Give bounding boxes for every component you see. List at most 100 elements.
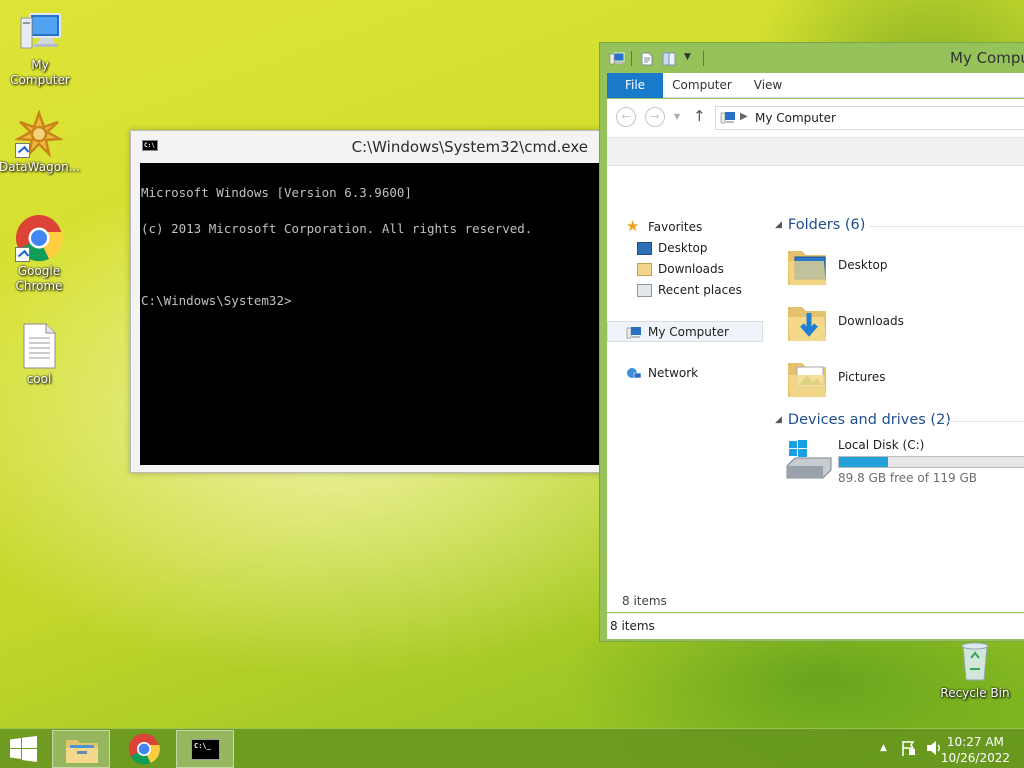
desktop-icon (637, 242, 652, 255)
recent-locations-icon[interactable]: ▼ (674, 112, 680, 121)
tab-computer[interactable]: Computer (670, 73, 734, 98)
system-tray: ▲ 10:27 AM 10/26/2022 (864, 729, 1024, 768)
windows-logo-icon (10, 736, 37, 762)
drive-usage-bar (838, 456, 1024, 468)
console-line: Microsoft Windows [Version 6.3.9600] (141, 185, 412, 200)
devices-group-header[interactable]: ◢ Devices and drives (2) (775, 412, 951, 428)
folder-label: Desktop (838, 258, 888, 272)
collapse-icon[interactable]: ◢ (775, 220, 782, 230)
desktop-icon-datawagon[interactable]: DataWagon... (0, 109, 80, 175)
computer-icon (16, 8, 64, 56)
nav-label: Favorites (648, 220, 703, 234)
clock[interactable]: 10:27 AM 10/26/2022 (941, 734, 1010, 766)
desktop-icon-google-chrome[interactable]: Google Chrome (0, 214, 79, 294)
address-text: My Computer (755, 111, 836, 125)
nav-desktop[interactable]: Desktop (607, 238, 763, 259)
desktop-icon-my-computer[interactable]: My Computer (0, 8, 80, 88)
items-count: 8 items (622, 594, 667, 608)
folder-pictures[interactable]: Pictures (785, 355, 1024, 407)
ribbon-tabs: File Computer View (607, 73, 1024, 98)
new-folder-icon[interactable] (662, 52, 676, 66)
folder-downloads[interactable]: Downloads (785, 299, 1024, 351)
back-button[interactable]: ← (616, 107, 636, 127)
action-center-flag-icon[interactable] (900, 739, 918, 760)
cmd-titlebar[interactable]: C:\ C:\Windows\System32\cmd.exe (131, 131, 608, 163)
windows-drive-icon (785, 440, 833, 483)
show-hidden-icons-icon[interactable]: ▲ (880, 743, 887, 753)
desktop-icon-label: Recycle Bin (940, 686, 1010, 700)
customize-qat-icon[interactable]: ▼ (684, 52, 691, 62)
drive-local-disk-c[interactable]: Local Disk (C:) 89.8 GB free of 119 GB (785, 436, 1024, 486)
file-explorer-icon (66, 740, 98, 763)
shortcut-arrow-icon (15, 247, 30, 262)
folder-label: Downloads (838, 314, 904, 328)
network-icon (626, 367, 642, 380)
drive-name: Local Disk (C:) (838, 438, 925, 452)
start-button[interactable] (0, 730, 48, 768)
taskbar-chrome[interactable] (115, 730, 173, 768)
text-file-icon (15, 322, 63, 370)
group-title: Folders (6) (787, 217, 866, 233)
desktop-icon-label: cool (26, 372, 52, 386)
cmd-title: C:\Windows\System32\cmd.exe (351, 138, 588, 156)
console-line: (c) 2013 Microsoft Corporation. All righ… (141, 221, 533, 236)
folders-group-header[interactable]: ◢ Folders (6) (775, 217, 865, 233)
cmd-icon: C:\_ (191, 739, 220, 760)
cmd-window[interactable]: C:\ C:\Windows\System32\cmd.exe Microsof… (130, 130, 609, 473)
nav-label: Desktop (658, 241, 708, 255)
explorer-window[interactable]: ▼ My Comput File Computer View ← → ▼ ↑ ▶… (599, 42, 1024, 642)
star-icon: ★ (626, 217, 640, 235)
taskbar-file-explorer[interactable] (52, 730, 110, 768)
datawagon-icon (13, 109, 65, 158)
cmd-console[interactable]: Microsoft Windows [Version 6.3.9600] (c)… (140, 163, 601, 465)
computer-icon (609, 52, 625, 65)
recycle-bin-icon (951, 636, 999, 684)
divider (940, 421, 1024, 422)
nav-network[interactable]: Network (607, 363, 763, 384)
address-row: ← → ▼ ↑ ▶ My Computer (607, 99, 1024, 137)
status-bar: 8 items (607, 613, 1024, 639)
explorer-titlebar[interactable]: ▼ My Comput (600, 43, 1024, 73)
clock-time: 10:27 AM (946, 735, 1004, 749)
drive-usage-fill (839, 457, 888, 467)
shortcut-arrow-icon (15, 143, 30, 158)
breadcrumb-chevron-icon[interactable]: ▶ (740, 111, 748, 122)
explorer-title: My Comput (950, 49, 1024, 67)
properties-icon[interactable] (640, 52, 654, 66)
nav-favorites[interactable]: ★ Favorites (607, 217, 763, 238)
computer-icon (720, 111, 736, 128)
explorer-content: ★ Favorites Desktop Downloads Recent pla… (607, 166, 1024, 612)
nav-label: Downloads (658, 262, 724, 276)
command-bar (607, 137, 1024, 166)
collapse-icon[interactable]: ◢ (775, 415, 782, 425)
chrome-icon (15, 214, 63, 262)
desktop-icon-label: My Computer (10, 58, 70, 87)
nav-recent-places[interactable]: Recent places (607, 280, 763, 301)
tab-file[interactable]: File (607, 73, 663, 98)
address-bar[interactable]: ▶ My Computer (715, 106, 1024, 130)
desktop-icon-cool[interactable]: cool (0, 322, 79, 387)
status-items-count: 8 items (610, 619, 655, 633)
nav-my-computer[interactable]: My Computer (607, 321, 763, 342)
taskbar-cmd[interactable]: C:\_ (176, 730, 234, 768)
folder-desktop[interactable]: Desktop (785, 243, 1024, 295)
folder-icon (785, 243, 829, 289)
drive-free-space: 89.8 GB free of 119 GB (838, 471, 977, 485)
up-button[interactable]: ↑ (693, 107, 706, 125)
clock-date: 10/26/2022 (940, 751, 1010, 765)
recent-places-icon (637, 284, 652, 297)
console-prompt: C:\Windows\System32> (141, 293, 292, 308)
forward-button[interactable]: → (645, 107, 665, 127)
group-title: Devices and drives (2) (787, 412, 951, 428)
nav-downloads[interactable]: Downloads (607, 259, 763, 280)
folder-icon (785, 355, 829, 401)
nav-label: Recent places (658, 283, 742, 297)
downloads-icon (637, 263, 652, 276)
chrome-icon (128, 733, 160, 765)
divider (869, 226, 1024, 227)
desktop-icon-recycle-bin[interactable]: Recycle Bin (935, 636, 1015, 701)
folder-label: Pictures (838, 370, 886, 384)
nav-label: My Computer (648, 325, 729, 339)
tab-view[interactable]: View (748, 73, 788, 98)
